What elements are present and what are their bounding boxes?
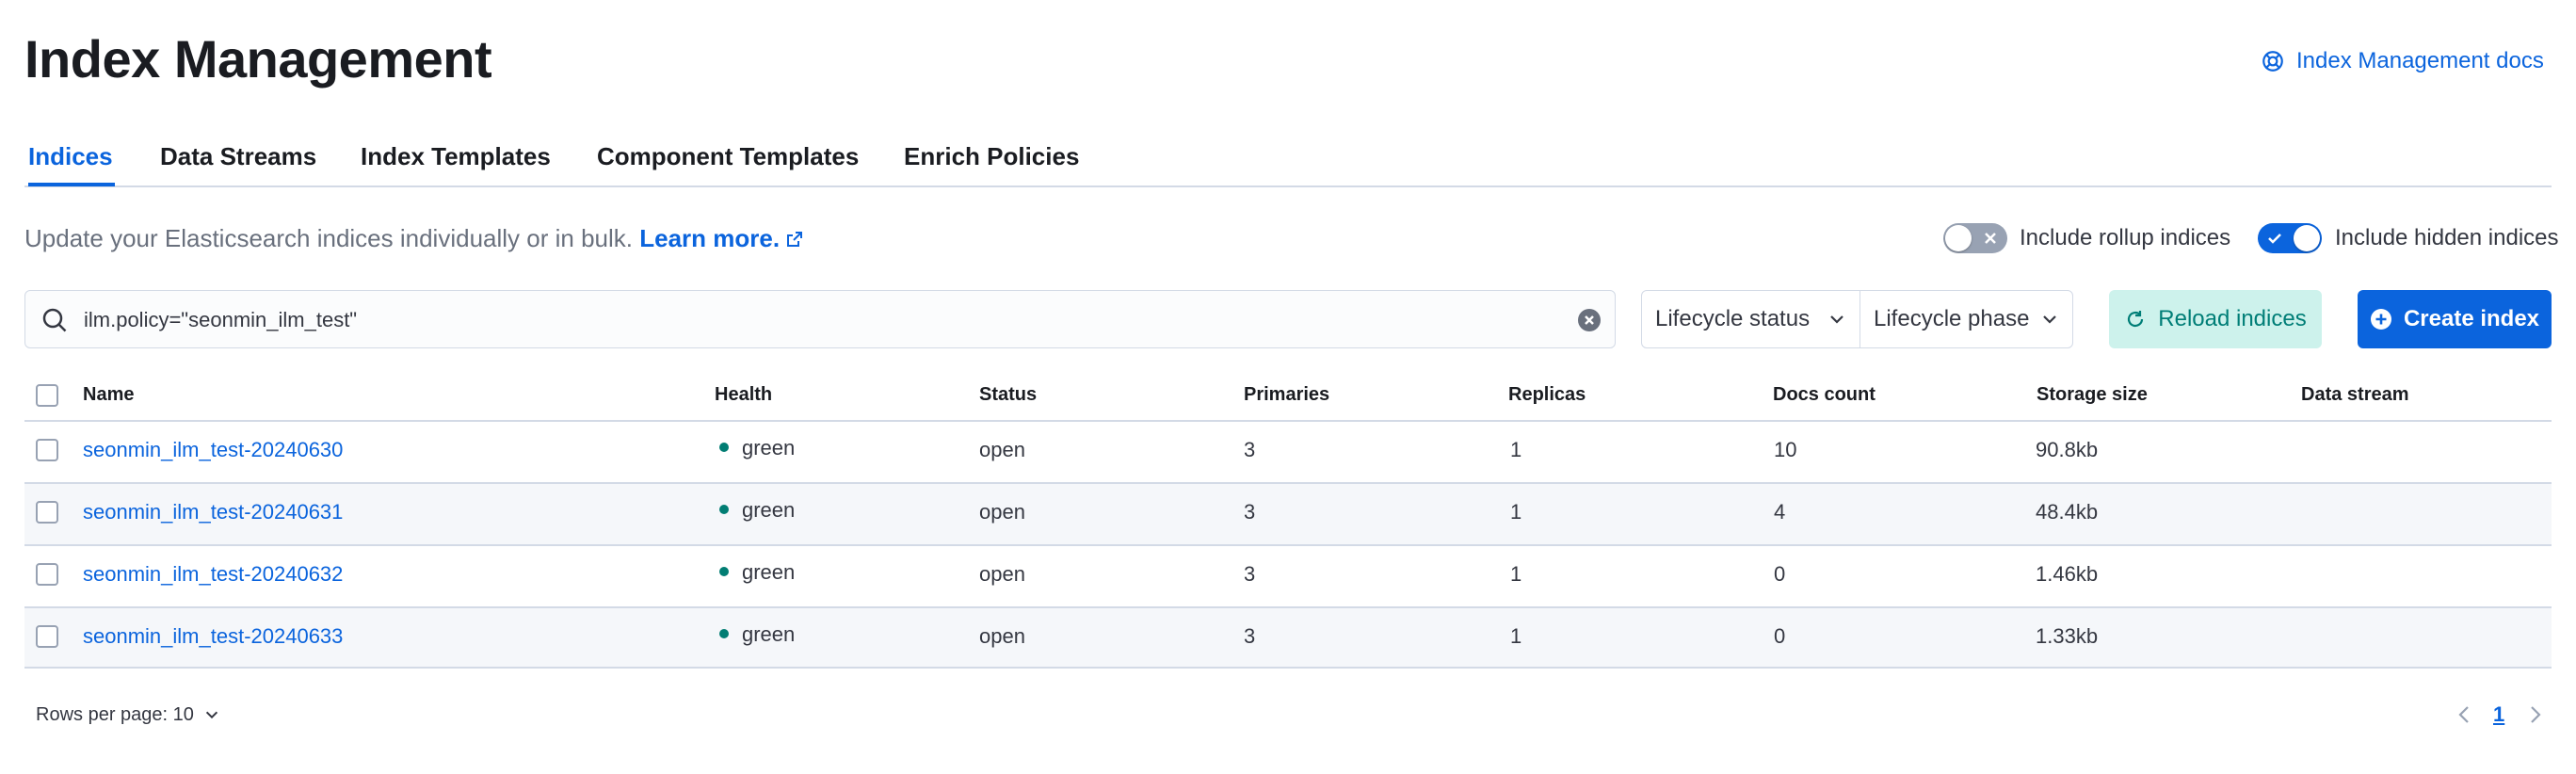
row-checkbox[interactable] xyxy=(36,501,58,524)
status-cell: open xyxy=(979,500,1025,524)
replicas-cell: 1 xyxy=(1510,500,1522,524)
docs-count-cell: 0 xyxy=(1774,562,1786,586)
tab-component-templates[interactable]: Component Templates xyxy=(597,139,859,173)
search-input[interactable] xyxy=(82,291,1554,349)
tabs-divider xyxy=(24,185,2552,187)
health-cell: green xyxy=(719,497,795,524)
column-header-status[interactable]: Status xyxy=(979,382,1037,407)
rollup-toggle-label: Include rollup indices xyxy=(2020,225,2231,250)
health-dot-icon xyxy=(719,567,729,576)
storage-size-cell: 90.8kb xyxy=(2036,438,2099,461)
create-index-label: Create index xyxy=(2403,306,2540,331)
storage-size-cell: 1.33kb xyxy=(2036,624,2099,648)
search-box xyxy=(24,290,1616,349)
chevron-down-icon xyxy=(205,711,217,719)
docs-count-cell: 10 xyxy=(1774,438,1797,461)
lifecycle-status-label: Lifecycle status xyxy=(1655,306,1811,331)
column-header-data-stream[interactable]: Data stream xyxy=(2301,382,2409,407)
table-row-divider xyxy=(24,544,2552,546)
replicas-cell: 1 xyxy=(1510,624,1522,648)
health-dot-icon xyxy=(719,505,729,514)
lifecycle-status-filter[interactable]: Lifecycle status xyxy=(1642,291,1860,347)
lifecycle-phase-filter[interactable]: Lifecycle phase xyxy=(1860,291,2072,347)
chevron-right-icon[interactable] xyxy=(2523,702,2546,727)
rows-per-page-label: Rows per page: 10 xyxy=(36,704,194,725)
health-cell: green xyxy=(719,435,795,461)
health-dot-icon xyxy=(719,629,729,638)
table-row-divider xyxy=(24,482,2552,484)
lifecycle-phase-label: Lifecycle phase xyxy=(1874,306,2030,331)
tab-indices[interactable]: Indices xyxy=(28,139,113,173)
storage-size-cell: 1.46kb xyxy=(2036,562,2099,586)
primaries-cell: 3 xyxy=(1244,438,1256,461)
column-header-name[interactable]: Name xyxy=(83,382,134,407)
health-cell: green xyxy=(719,559,795,586)
row-checkbox[interactable] xyxy=(36,563,58,586)
status-cell: open xyxy=(979,562,1025,586)
rows-per-page-selector[interactable]: Rows per page: 10 xyxy=(36,701,220,729)
search-icon xyxy=(42,308,67,332)
clear-icon[interactable] xyxy=(1577,308,1602,332)
row-checkbox[interactable] xyxy=(36,625,58,648)
docs-count-cell: 4 xyxy=(1774,500,1786,524)
tab-index-templates[interactable]: Index Templates xyxy=(361,139,551,173)
select-all-checkbox[interactable] xyxy=(36,384,58,407)
chevron-down-icon xyxy=(1830,315,1843,324)
health-cell: green xyxy=(719,621,795,648)
table-row-divider xyxy=(24,667,2552,669)
docs-link[interactable]: Index Management docs xyxy=(2261,45,2544,77)
tab-data-streams[interactable]: Data Streams xyxy=(160,139,316,173)
create-index-button[interactable]: Create index xyxy=(2358,290,2552,348)
lifecycle-filter-group: Lifecycle status Lifecycle phase xyxy=(1641,290,2073,348)
primaries-cell: 3 xyxy=(1244,562,1256,586)
description: Update your Elasticsearch indices indivi… xyxy=(24,222,804,254)
reload-indices-button[interactable]: Reload indices xyxy=(2109,290,2322,348)
index-name-link[interactable]: seonmin_ilm_test-20240631 xyxy=(83,499,343,525)
description-text: Update your Elasticsearch indices indivi… xyxy=(24,224,633,252)
replicas-cell: 1 xyxy=(1510,562,1522,586)
check-icon xyxy=(2268,234,2281,244)
column-header-health[interactable]: Health xyxy=(715,382,772,407)
health-dot-icon xyxy=(719,443,729,452)
column-header-storage-size[interactable]: Storage size xyxy=(2037,382,2148,407)
table-row-divider xyxy=(24,606,2552,608)
hidden-toggle[interactable] xyxy=(2258,223,2322,253)
index-name-link[interactable]: seonmin_ilm_test-20240630 xyxy=(83,437,343,463)
rollup-toggle[interactable] xyxy=(1943,223,2007,253)
status-cell: open xyxy=(979,624,1025,648)
plus-circle-icon xyxy=(2370,309,2391,330)
chevron-left-icon[interactable] xyxy=(2454,702,2476,727)
replicas-cell: 1 xyxy=(1510,438,1522,461)
row-checkbox[interactable] xyxy=(36,439,58,461)
table-row-stripe xyxy=(24,608,2552,667)
active-tab-indicator xyxy=(28,183,115,186)
chevron-down-icon xyxy=(2043,315,2056,324)
table-row-stripe xyxy=(24,484,2552,544)
column-header-replicas[interactable]: Replicas xyxy=(1508,382,1586,407)
docs-icon xyxy=(2262,51,2283,72)
external-link-icon xyxy=(787,232,803,247)
pagination-page-button[interactable]: 1 xyxy=(2493,701,2504,729)
page-title: Index Management xyxy=(24,29,492,89)
tab-enrich-policies[interactable]: Enrich Policies xyxy=(904,139,1079,173)
status-cell: open xyxy=(979,438,1025,461)
index-name-link[interactable]: seonmin_ilm_test-20240632 xyxy=(83,561,343,588)
index-name-link[interactable]: seonmin_ilm_test-20240633 xyxy=(83,623,343,650)
primaries-cell: 3 xyxy=(1244,500,1256,524)
cross-icon xyxy=(1985,233,1996,244)
hidden-toggle-label: Include hidden indices xyxy=(2335,225,2559,250)
table-header-divider xyxy=(24,420,2552,422)
docs-link-label: Index Management docs xyxy=(2296,48,2544,73)
storage-size-cell: 48.4kb xyxy=(2036,500,2099,524)
reload-indices-label: Reload indices xyxy=(2158,306,2307,331)
learn-more-link[interactable]: Learn more. xyxy=(639,224,804,252)
refresh-icon xyxy=(2128,311,2144,328)
docs-count-cell: 0 xyxy=(1774,624,1786,648)
primaries-cell: 3 xyxy=(1244,624,1256,648)
column-header-primaries[interactable]: Primaries xyxy=(1244,382,1329,407)
column-header-docs-count[interactable]: Docs count xyxy=(1773,382,1876,407)
